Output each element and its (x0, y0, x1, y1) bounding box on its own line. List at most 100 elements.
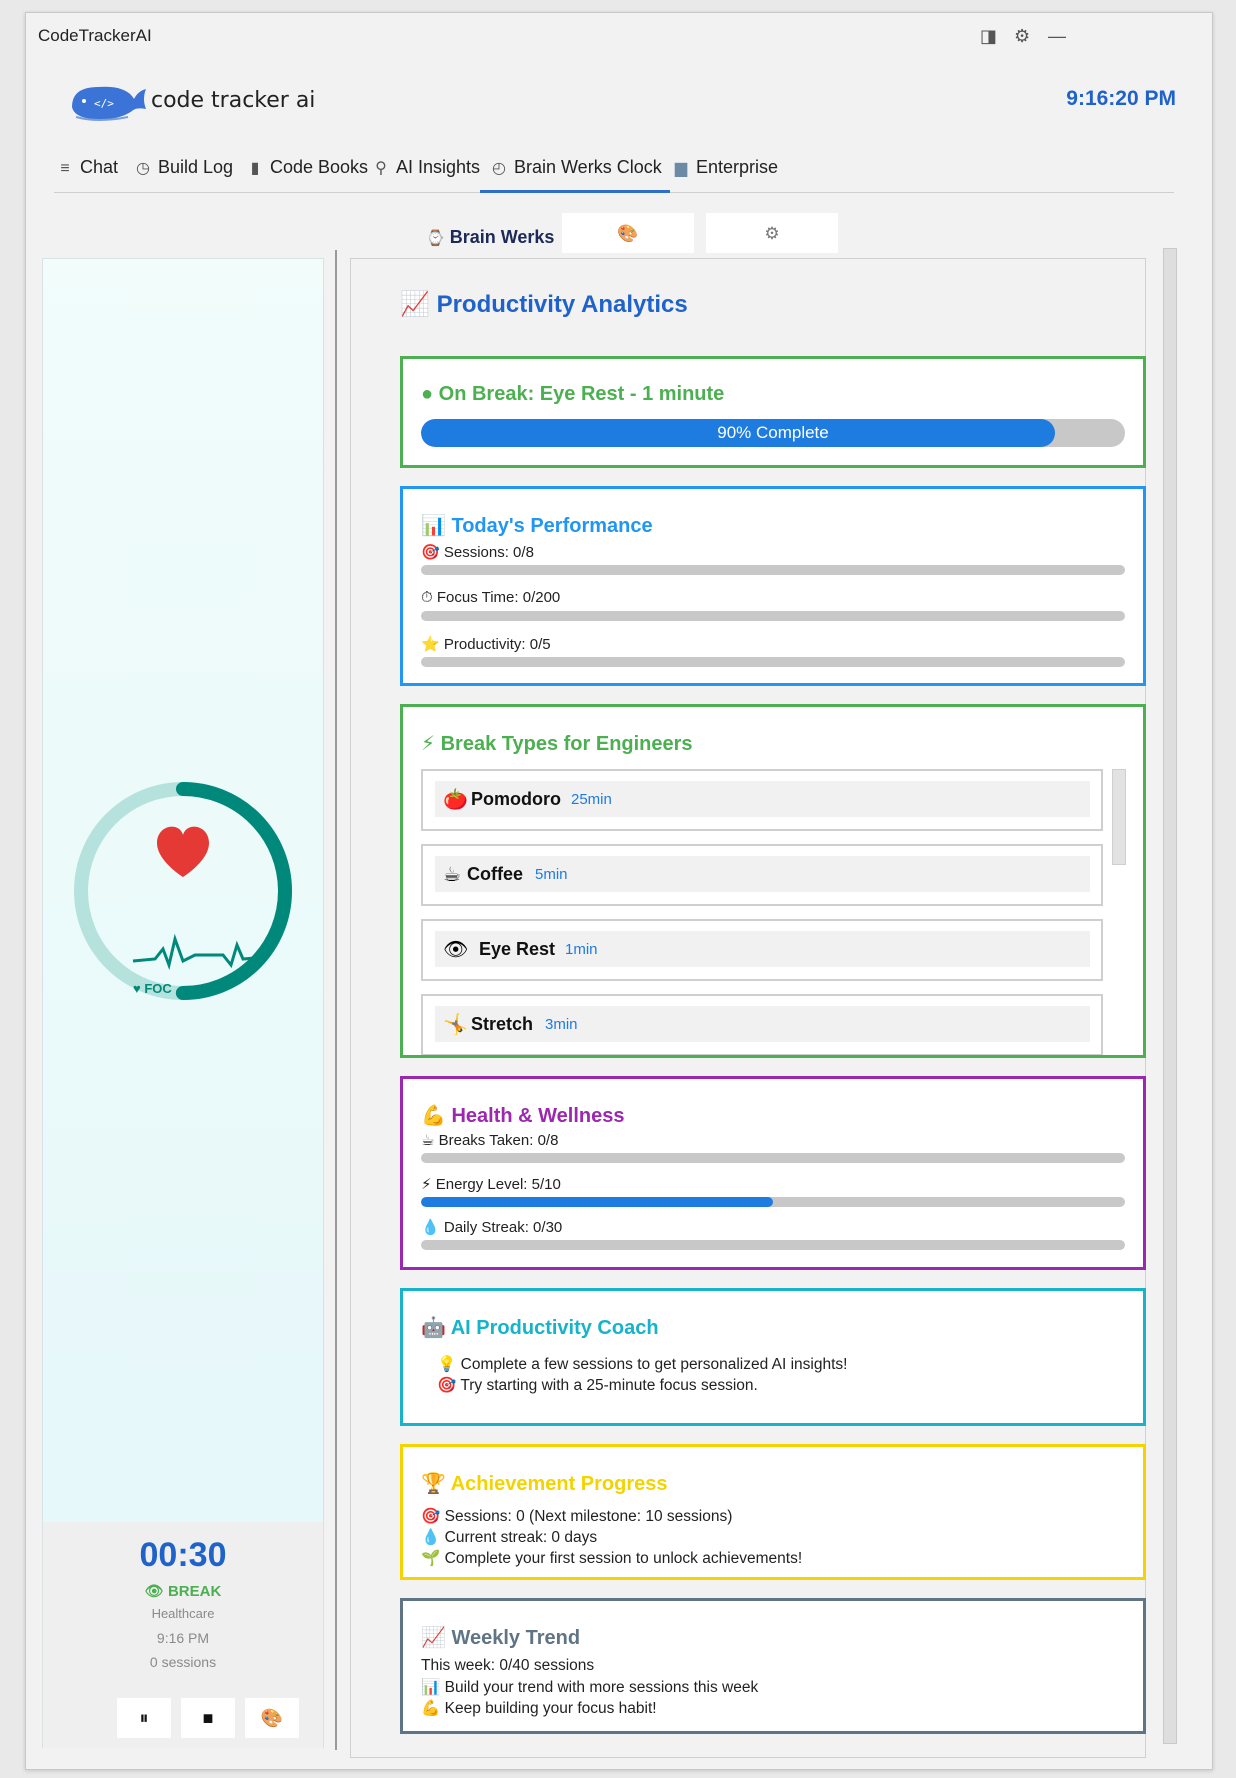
break-item-coffee[interactable]: ☕ Coffee 5min (421, 844, 1103, 906)
focus-time-bar (421, 611, 1125, 621)
weekly-line: 💪 Keep building your focus habit! (421, 1700, 657, 1717)
timer-clock: 9:16 PM (156, 1630, 210, 1646)
timer-mode: 👁 BREAK (144, 1583, 222, 1600)
sprout-icon: 🌱 (421, 1550, 441, 1567)
break-item-stretch[interactable]: 🤸 Stretch 3min (421, 994, 1103, 1055)
stretch-icon: 🤸 (443, 1014, 468, 1036)
stop-button[interactable]: ■ (181, 1698, 235, 1738)
coach-line: 🎯 Try starting with a 25-minute focus se… (437, 1377, 758, 1394)
daily-streak-bar (421, 1240, 1125, 1250)
eye-icon: 👁 (144, 1583, 164, 1600)
sub-tabs: ⌚ Brain Werks 🎨 ⚙ (26, 213, 1212, 253)
break-list-scrollbar[interactable] (1112, 769, 1126, 865)
svg-text:</>: </> (94, 97, 114, 110)
break-types-card: ⚡ Break Types for Engineers 🍅 Pomodoro 25m… (400, 704, 1146, 1058)
break-item-eye-rest[interactable]: 👁 Eye Rest 1min (421, 919, 1103, 981)
on-break-card: ● On Break: Eye Rest - 1 minute 90% Comp… (400, 356, 1146, 468)
ai-coach-title: 🤖 AI Productivity Coach (421, 1317, 659, 1339)
weekly-trend-card: 📈 Weekly Trend This week: 0/40 sessions … (400, 1598, 1146, 1734)
lightbulb-icon: 💡 (437, 1356, 457, 1373)
tab-code-books[interactable]: ▮ Code Books (244, 157, 368, 178)
coach-line: 💡 Complete a few sessions to get persona… (437, 1356, 848, 1373)
lightning-icon: ⚡ (421, 1176, 432, 1193)
productivity-label: ⭐ Productivity: 0/5 (421, 636, 551, 653)
weekly-line: This week: 0/40 sessions (421, 1657, 595, 1674)
tab-enterprise[interactable]: ▆ Enterprise (670, 157, 778, 178)
achievement-line: 🌱 Complete your first session to unlock … (421, 1550, 803, 1567)
target-icon: 🎯 (437, 1377, 457, 1394)
header-clock: 9:16:20 PM (1066, 87, 1176, 110)
chart-icon: 📈 (400, 291, 430, 318)
ring-label: ♥ FOC (133, 981, 172, 996)
panel-divider[interactable] (335, 250, 337, 1750)
clock-play-icon: ◴ (492, 160, 506, 177)
bar-chart-icon: 📊 (421, 1679, 441, 1696)
search-icon: ⚲ (375, 160, 387, 177)
break-progress-bar: 90% Complete (421, 419, 1125, 447)
gear-icon: ⚙ (764, 224, 780, 243)
analytics-title: 📈 Productivity Analytics (400, 291, 688, 318)
productivity-bar (421, 657, 1125, 667)
lightning-icon: ⚡ (421, 733, 436, 755)
heart-icon (157, 826, 209, 877)
theme-button[interactable]: 🎨 (245, 1698, 299, 1738)
weekly-line: 📊 Build your trend with more sessions th… (421, 1679, 759, 1696)
subtab-palette[interactable]: 🎨 (562, 213, 694, 253)
target-icon: 🎯 (421, 544, 440, 561)
clock-icon: ◷ (136, 160, 150, 177)
energy-level-label: ⚡ Energy Level: 5/10 (421, 1176, 561, 1193)
break-types-title: ⚡ Break Types for Engineers (421, 733, 693, 755)
eye-icon: 👁 (443, 939, 469, 961)
tab-chat[interactable]: ≡ Chat (54, 157, 118, 178)
tab-brain-werks-clock[interactable]: ◴ Brain Werks Clock (480, 157, 670, 193)
coffee-icon: ☕ (421, 1132, 435, 1149)
timer-category: Healthcare (151, 1606, 215, 1621)
subtab-settings[interactable]: ⚙ (706, 213, 838, 253)
ai-coach-card: 🤖 AI Productivity Coach 💡 Complete a few… (400, 1288, 1146, 1426)
title-bar: CodeTrackerAI ◨ ⚙ — (26, 13, 1212, 51)
weekly-trend-title: 📈 Weekly Trend (421, 1627, 581, 1649)
focus-ring: ♥ FOC (74, 782, 292, 1000)
tomato-icon: 🍅 (443, 789, 468, 811)
breaks-taken-bar (421, 1153, 1125, 1163)
whale-logo: </> (72, 86, 146, 121)
dock-icon[interactable]: ◨ (980, 26, 997, 47)
chart-icon: 📈 (421, 1627, 446, 1649)
energy-level-bar (421, 1197, 1125, 1207)
target-icon: 🎯 (421, 1508, 441, 1525)
coffee-icon: ☕ (443, 864, 461, 886)
palette-icon: 🎨 (260, 1708, 284, 1728)
achievement-card: 🏆 Achievement Progress 🎯 Sessions: 0 (Ne… (400, 1444, 1146, 1580)
window-title: CodeTrackerAI (38, 26, 152, 45)
book-icon: ▮ (250, 160, 260, 177)
stop-icon: ■ (202, 1708, 214, 1728)
palette-icon: 🎨 (617, 224, 639, 243)
robot-icon: 🤖 (421, 1317, 446, 1339)
minimize-icon[interactable]: — (1048, 26, 1066, 47)
achievement-line: 🎯 Sessions: 0 (Next milestone: 10 sessio… (421, 1508, 733, 1525)
watch-icon: ⌚ (426, 230, 445, 247)
subtab-brain-werks[interactable]: ⌚ Brain Werks (426, 227, 554, 248)
tab-ai-insights[interactable]: ⚲ AI Insights (370, 157, 480, 178)
star-icon: ⭐ (421, 636, 440, 653)
timer-countdown: 00:30 (139, 1536, 227, 1574)
today-performance-card: 📊 Today's Performance 🎯 Sessions: 0/8 ⏱ … (400, 486, 1146, 686)
timer-panel: ♥ FOC 00:30 👁 BREAK Healthcare 9:16 PM 0… (42, 258, 324, 1748)
on-break-title: ● On Break: Eye Rest - 1 minute (421, 383, 725, 405)
trophy-icon: 🏆 (421, 1473, 446, 1495)
tab-build-log[interactable]: ◷ Build Log (132, 157, 233, 178)
scrollbar[interactable] (1163, 248, 1177, 1744)
health-wellness-card: 💪 Health & Wellness ☕ Breaks Taken: 0/8 … (400, 1076, 1146, 1270)
daily-streak-label: 💧 Daily Streak: 0/30 (421, 1219, 563, 1236)
gear-icon[interactable]: ⚙ (1014, 26, 1030, 47)
sessions-bar (421, 565, 1125, 575)
chat-lines-icon: ≡ (60, 160, 70, 177)
main-tabs: ≡ Chat ◷ Build Log ▮ Code Books ⚲ AI Insight… (54, 143, 1174, 193)
pause-button[interactable]: ⏸ (117, 1698, 171, 1738)
heartbeat-icon (132, 933, 268, 971)
breaks-taken-label: ☕ Breaks Taken: 0/8 (421, 1132, 559, 1149)
timer-sessions: 0 sessions (149, 1654, 217, 1670)
folder-icon: ▆ (674, 160, 688, 177)
achievement-line: 💧 Current streak: 0 days (421, 1529, 598, 1546)
break-item-pomodoro[interactable]: 🍅 Pomodoro 25min (421, 769, 1103, 831)
